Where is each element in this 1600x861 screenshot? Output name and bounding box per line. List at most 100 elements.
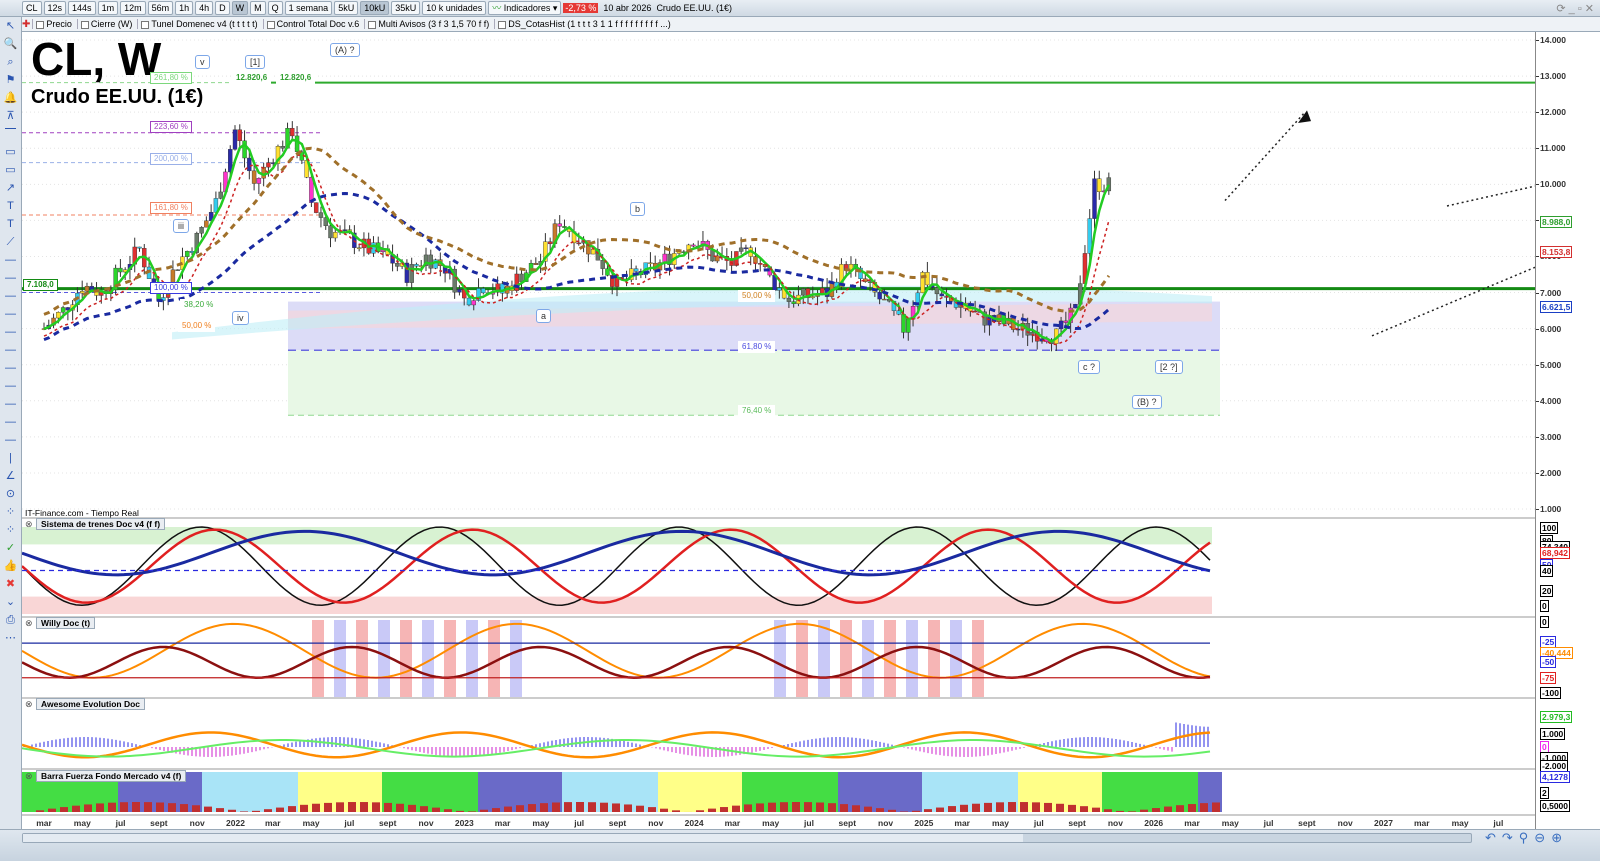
wave-label-b[interactable]: b <box>630 202 646 216</box>
indicator-item[interactable]: Multi Avisos (3 f 3 1,5 70 f f) <box>364 19 492 29</box>
interval-button-1m[interactable]: 1m <box>97 1 119 15</box>
strength-bg <box>862 772 874 812</box>
close-panel-icon[interactable]: ⊗ <box>25 618 33 629</box>
tool-icon-6[interactable]: ⎺ <box>0 125 21 143</box>
add-indicator-icon[interactable]: ✚ <box>22 19 30 30</box>
tool-icon-3[interactable]: ⚑ <box>0 71 21 89</box>
strength-bg <box>430 772 442 812</box>
tool-icon-1[interactable]: 🔍 <box>0 35 21 53</box>
interval-button-W[interactable]: W <box>231 1 249 15</box>
tool-icon-13[interactable]: — <box>0 251 21 269</box>
tool-icon-0[interactable]: ↖ <box>0 17 21 35</box>
wave-label-iii[interactable]: iii <box>173 219 189 233</box>
indicators-button[interactable]: 〰 Indicadores ▾ <box>488 1 562 15</box>
strength-bg <box>466 772 478 812</box>
scroll-thumb[interactable] <box>23 834 1023 842</box>
interval-button-D[interactable]: D <box>215 1 230 15</box>
tool-icon-29[interactable]: ✓ <box>0 539 21 557</box>
candle <box>533 263 539 265</box>
symbol-select[interactable]: CL <box>22 1 42 15</box>
period-select[interactable]: 1 semana <box>284 1 333 15</box>
wave-label-a[interactable]: a <box>536 309 552 323</box>
interval-button-Q[interactable]: Q <box>267 1 283 15</box>
wave-label-v[interactable]: v <box>195 55 210 69</box>
strength-bar <box>924 809 932 812</box>
price-axis[interactable]: 14.00013.00012.00011.00010.0009.0008.000… <box>1535 32 1600 830</box>
wave-label-iv[interactable]: iv <box>232 311 249 325</box>
tool-icon-21[interactable]: — <box>0 395 21 413</box>
tool-icon-11[interactable]: T <box>0 215 21 233</box>
checkbox-icon[interactable] <box>498 20 507 29</box>
tool-icon-7[interactable]: ▭ <box>0 143 21 161</box>
wave-label-c[interactable]: c ? <box>1078 360 1101 374</box>
panel-title: Willy Doc (t) <box>36 617 96 629</box>
interval-button-1h[interactable]: 1h <box>175 1 194 15</box>
indicator-item[interactable]: DS_CotasHist (1 t t t 3 1 1 f f f f f f … <box>494 19 674 29</box>
indicator-item[interactable]: Control Total Doc v.6 <box>262 19 363 29</box>
tool-icon-33[interactable]: ⎙ <box>0 611 21 629</box>
trend-line-lower <box>1371 266 1536 337</box>
tool-icon-16[interactable]: — <box>0 305 21 323</box>
units-button-35kU[interactable]: 35kU <box>391 1 421 15</box>
wave-label-A[interactable]: (A) ? <box>330 43 360 57</box>
tool-icon-31[interactable]: ✖ <box>0 575 21 593</box>
tool-icon-19[interactable]: — <box>0 359 21 377</box>
interval-button-12s[interactable]: 12s <box>43 1 67 15</box>
units-button-10kU[interactable]: 10kU <box>360 1 390 15</box>
tool-icon-4[interactable]: 🔔 <box>0 89 21 107</box>
strength-bar <box>996 802 1004 812</box>
tool-icon-12[interactable]: ⟋ <box>0 233 21 251</box>
tool-icon-28[interactable]: ⁘ <box>0 521 21 539</box>
tool-icon-23[interactable]: — <box>0 431 21 449</box>
x-axis-label: nov <box>1337 818 1353 828</box>
tool-icon-14[interactable]: — <box>0 269 21 287</box>
tool-icon-30[interactable]: 👍 <box>0 557 21 575</box>
horizontal-scrollbar[interactable] <box>22 833 1472 843</box>
interval-button-144s[interactable]: 144s <box>68 1 96 15</box>
x-axis-label: mar <box>36 818 52 828</box>
zoom-tools[interactable]: ↶↷⚲⊖⊕ <box>1485 830 1568 846</box>
close-panel-icon[interactable]: ⊗ <box>25 519 33 530</box>
interval-button-56m[interactable]: 56m <box>147 1 174 15</box>
interval-button-4h[interactable]: 4h <box>195 1 214 15</box>
tool-icon-34[interactable]: ⋯ <box>0 629 21 647</box>
wave-label-w1[interactable]: [1] <box>245 55 266 69</box>
units-select[interactable]: 10 k unidades <box>422 1 487 15</box>
indicator-item[interactable]: Cierre (W) <box>76 19 136 29</box>
close-panel-icon[interactable]: ⊗ <box>25 699 33 710</box>
tool-icon-2[interactable]: ⌕ <box>0 53 21 71</box>
tool-icon-24[interactable]: | <box>0 449 21 467</box>
tool-icon-15[interactable]: — <box>0 287 21 305</box>
checkbox-icon[interactable] <box>368 20 377 29</box>
indicator-item[interactable]: Precio <box>32 19 75 29</box>
indicator-label: Multi Avisos (3 f 3 1,5 70 f f) <box>378 19 490 29</box>
tool-icon-20[interactable]: — <box>0 377 21 395</box>
indicator-item[interactable]: Tunel Domenec v4 (t t t t t) <box>137 19 260 29</box>
tool-icon-32[interactable]: ⌄ <box>0 593 21 611</box>
window-controls[interactable]: ⟳ _ ▫ ✕ <box>1556 2 1600 15</box>
interval-button-12m[interactable]: 12m <box>120 1 146 15</box>
checkbox-icon[interactable] <box>141 20 150 29</box>
candle <box>801 288 806 296</box>
tool-icon-10[interactable]: T <box>0 197 21 215</box>
checkbox-icon[interactable] <box>36 20 45 29</box>
tool-icon-18[interactable]: — <box>0 341 21 359</box>
tool-icon-25[interactable]: ∠ <box>0 467 21 485</box>
wave-label-w2[interactable]: [2 ?] <box>1155 360 1183 374</box>
checkbox-icon[interactable] <box>266 20 275 29</box>
tool-icon-26[interactable]: ⊙ <box>0 485 21 503</box>
tool-icon-5[interactable]: ⊼ <box>0 107 21 125</box>
tool-icon-17[interactable]: — <box>0 323 21 341</box>
units-button-5kU[interactable]: 5kU <box>334 1 359 15</box>
x-axis-label: mar <box>954 818 970 828</box>
checkbox-icon[interactable] <box>80 20 89 29</box>
tool-icon-9[interactable]: ↗ <box>0 179 21 197</box>
close-panel-icon[interactable]: ⊗ <box>25 771 33 782</box>
wave-label-B[interactable]: (B) ? <box>1132 395 1162 409</box>
tool-icon-22[interactable]: — <box>0 413 21 431</box>
indicator-label: DS_CotasHist (1 t t t 3 1 1 f f f f f f … <box>508 19 671 29</box>
tool-icon-8[interactable]: ▭ <box>0 161 21 179</box>
chart-area[interactable] <box>21 32 1536 830</box>
tool-icon-27[interactable]: ⁘ <box>0 503 21 521</box>
interval-button-M[interactable]: M <box>250 1 266 15</box>
